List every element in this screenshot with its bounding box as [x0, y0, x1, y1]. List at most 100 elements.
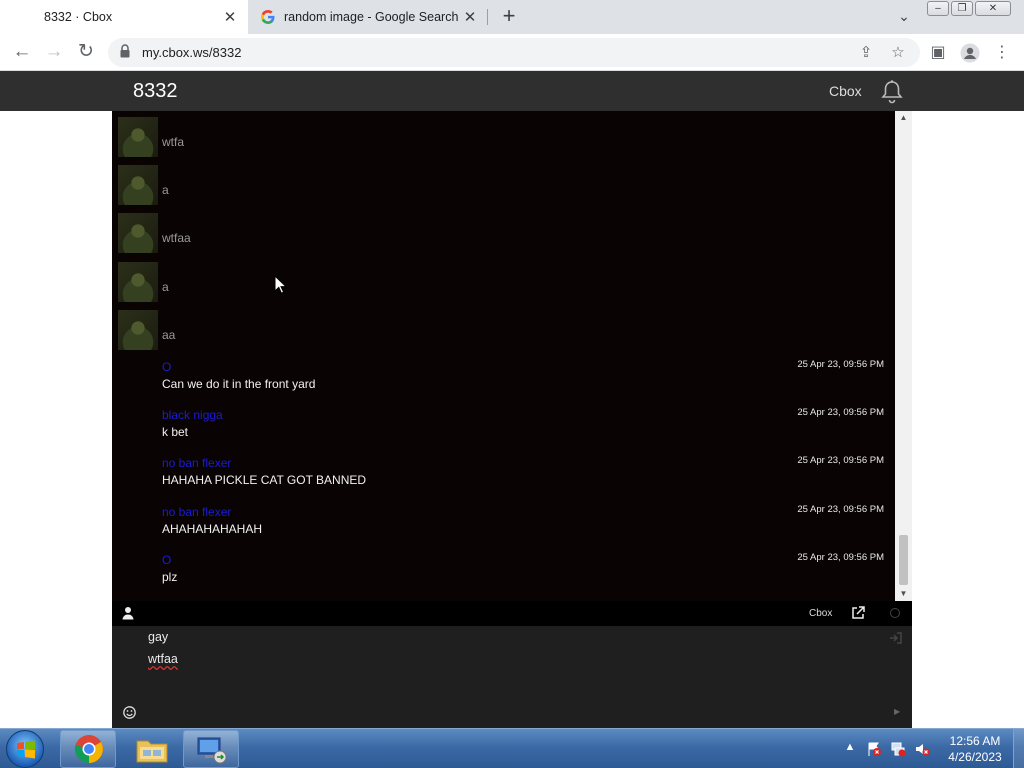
- notification-bell-icon[interactable]: [880, 79, 904, 105]
- mouse-cursor-icon: [274, 275, 286, 294]
- bookmark-star-icon[interactable]: ☆: [888, 43, 908, 63]
- action-center-flag-icon[interactable]: [866, 741, 882, 757]
- message-input[interactable]: gay wtfaa ▶: [112, 626, 912, 728]
- message-timestamp: 25 Apr 23, 09:56 PM: [797, 504, 884, 515]
- chat-message: a: [112, 261, 895, 305]
- message-timestamp: 25 Apr 23, 09:56 PM: [797, 359, 884, 370]
- avatar[interactable]: [118, 310, 158, 350]
- message-text: a: [162, 183, 169, 197]
- message-timestamp: 25 Apr 23, 09:56 PM: [797, 455, 884, 466]
- new-tab-button[interactable]: +: [497, 5, 521, 29]
- reload-icon[interactable]: ↻: [73, 40, 99, 66]
- message-text: AHAHAHAHAHAH: [162, 522, 263, 536]
- chat-message: no ban flexer HAHAHA PICKLE CAT GOT BANNE…: [112, 454, 895, 498]
- taskbar-remote-desktop-button[interactable]: [183, 730, 239, 768]
- chat-message: wtfa: [112, 116, 895, 160]
- lock-icon: [120, 44, 130, 58]
- avatar[interactable]: [118, 262, 158, 302]
- message-author[interactable]: O: [162, 553, 171, 567]
- menu-kebab-icon[interactable]: ⋮: [989, 40, 1015, 66]
- message-author[interactable]: no ban flexer: [162, 505, 231, 519]
- chat-message: aa: [112, 309, 895, 353]
- page-title: 8332: [133, 80, 178, 102]
- close-tab-icon[interactable]: ✕: [460, 7, 480, 27]
- message-list[interactable]: wtfa a wtfaa a aa O Can we do it in the front …: [112, 111, 895, 601]
- input-line-2: wtfaa: [148, 652, 178, 666]
- emoji-icon[interactable]: [123, 706, 136, 719]
- cbox-brand-link[interactable]: Cbox: [809, 608, 832, 619]
- windows-logo-icon: [17, 740, 35, 759]
- remote-desktop-icon: [197, 737, 227, 764]
- clock-time: 12:56 AM: [949, 734, 1001, 748]
- network-icon[interactable]: [890, 741, 906, 757]
- address-bar[interactable]: my.cbox.ws/8332 ⇪ ☆: [108, 38, 920, 67]
- profile-avatar[interactable]: [957, 40, 983, 66]
- message-author[interactable]: black nigga: [162, 408, 223, 422]
- back-arrow-icon[interactable]: ←: [9, 40, 35, 66]
- tab-cbox[interactable]: 8332 · Cbox ✕: [0, 0, 248, 34]
- windows-taskbar: ▲ 12:56 AM 4/26/2023: [0, 728, 1024, 768]
- browser-tab-strip: 8332 · Cbox ✕ random image - Google Sear…: [0, 0, 1024, 34]
- start-button[interactable]: [6, 730, 44, 768]
- chat-message: O Can we do it in the front yard 25 Apr 23…: [112, 358, 895, 402]
- url-text: my.cbox.ws/8332: [142, 45, 242, 60]
- tab-search-chevron-icon[interactable]: ⌄: [893, 8, 915, 26]
- avatar[interactable]: [118, 165, 158, 205]
- message-text: aa: [162, 328, 176, 342]
- message-text: plz: [162, 570, 178, 584]
- message-timestamp: 25 Apr 23, 09:56 PM: [797, 552, 884, 563]
- close-tab-icon[interactable]: ✕: [220, 7, 240, 27]
- message-text: k bet: [162, 425, 189, 439]
- message-text: wtfaa: [162, 231, 191, 245]
- send-arrow-icon[interactable]: ▶: [894, 707, 900, 716]
- scrollbar-thumb[interactable]: [899, 535, 908, 585]
- minimize-button[interactable]: –: [927, 1, 949, 16]
- taskbar-chrome-button[interactable]: [60, 730, 116, 768]
- status-dot-icon: [890, 608, 900, 618]
- side-panel-icon[interactable]: ▣: [925, 40, 951, 66]
- message-text: Can we do it in the front yard: [162, 377, 316, 391]
- message-timestamp: 25 Apr 23, 09:56 PM: [797, 407, 884, 418]
- show-desktop-button[interactable]: [1013, 729, 1024, 768]
- tab-google-search[interactable]: random image - Google Search ✕: [248, 0, 488, 34]
- browser-toolbar: ← → ↻ my.cbox.ws/8332 ⇪ ☆ ▣ ⋮: [0, 34, 1024, 71]
- message-text: wtfa: [162, 135, 185, 149]
- tab-title: 8332 · Cbox: [44, 10, 113, 24]
- window-close-button[interactable]: ✕: [975, 1, 1011, 16]
- message-text: a: [162, 280, 169, 294]
- forward-arrow-icon[interactable]: →: [41, 40, 67, 66]
- restore-button[interactable]: ❐: [951, 1, 973, 16]
- share-icon[interactable]: ⇪: [856, 43, 876, 63]
- external-link-icon[interactable]: [851, 606, 865, 620]
- clock-date: 4/26/2023: [948, 750, 1002, 764]
- taskbar-clock[interactable]: 12:56 AM 4/26/2023: [940, 733, 1010, 765]
- scroll-up-arrow-icon[interactable]: ▲: [895, 111, 912, 125]
- volume-muted-icon[interactable]: [914, 741, 930, 757]
- chat-message: Oplz 25 Apr 23, 09:56 PM: [112, 551, 895, 595]
- sign-in-icon[interactable]: [889, 631, 903, 645]
- user-icon[interactable]: [122, 606, 134, 620]
- folder-icon: [136, 740, 168, 763]
- message-author[interactable]: O: [162, 360, 171, 374]
- chat-box: wtfa a wtfaa a aa O Can we do it in the front …: [112, 111, 912, 728]
- google-icon: [260, 9, 276, 25]
- chat-message: a: [112, 164, 895, 208]
- show-hidden-icons-icon[interactable]: ▲: [842, 741, 858, 757]
- cbox-nav-link[interactable]: Cbox: [829, 83, 862, 99]
- chat-message: no ban flexer AHAHAHAHAHAH 25 Apr 23, 09:5…: [112, 503, 895, 547]
- chat-scrollbar[interactable]: ▲ ▼: [895, 111, 912, 601]
- message-text: HAHAHA PICKLE CAT GOT BANNED: [162, 473, 367, 487]
- avatar[interactable]: [118, 213, 158, 253]
- web-page: 8332 Cbox wtfa a wtfaa a aa O Can we do it in …: [0, 71, 1024, 728]
- chat-message: black nigga k bet 25 Apr 23, 09:56 PM: [112, 406, 895, 450]
- tab-separator: [487, 9, 488, 25]
- chrome-icon: [74, 735, 103, 763]
- taskbar-explorer-button[interactable]: [122, 730, 178, 768]
- tab-title: random image - Google Search: [284, 10, 459, 24]
- chat-status-bar: Cbox: [112, 601, 912, 626]
- window-controls: – ❐ ✕: [927, 1, 1011, 16]
- scroll-down-arrow-icon[interactable]: ▼: [895, 587, 912, 601]
- message-author[interactable]: no ban flexer: [162, 456, 231, 470]
- avatar[interactable]: [118, 117, 158, 157]
- site-header: 8332 Cbox: [0, 71, 1024, 111]
